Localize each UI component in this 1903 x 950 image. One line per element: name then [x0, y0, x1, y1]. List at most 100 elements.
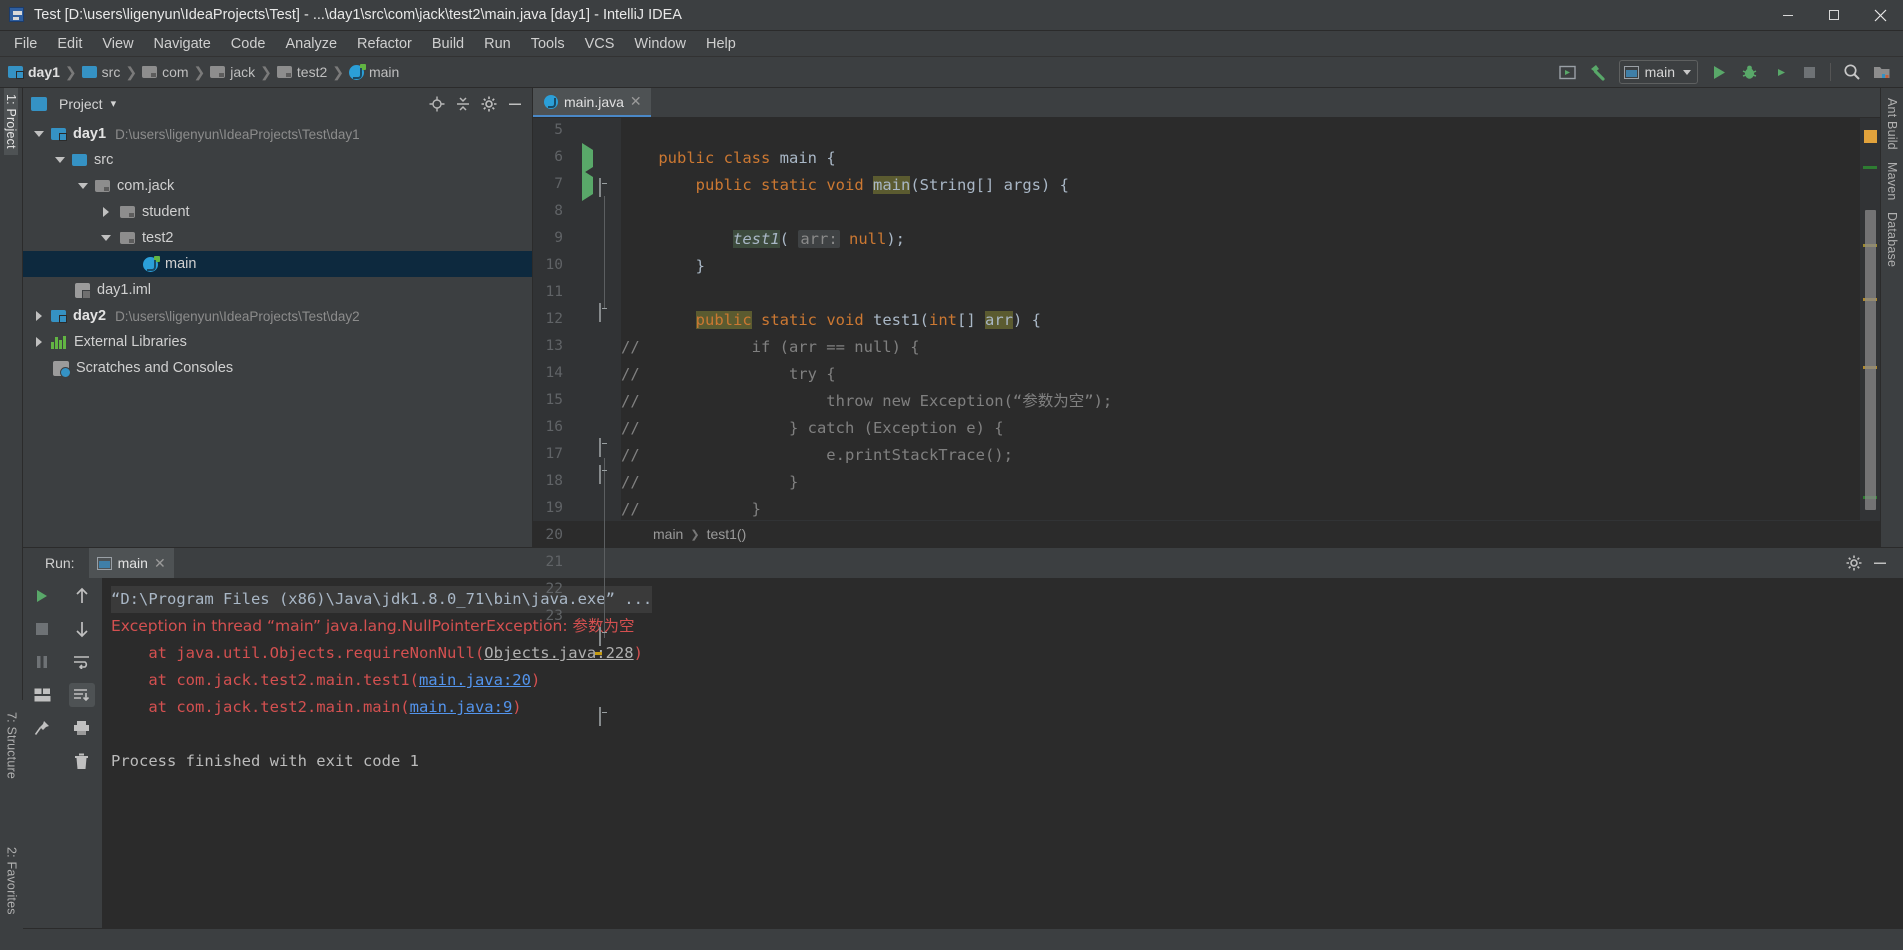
run-configuration-selector[interactable]: main: [1618, 60, 1698, 84]
stack-link-main-java-20[interactable]: main.java:20: [419, 671, 531, 689]
project-structure-icon[interactable]: [1867, 59, 1897, 85]
breadcrumb-jack[interactable]: jack: [210, 64, 255, 80]
menu-navigate[interactable]: Navigate: [144, 34, 221, 54]
close-icon[interactable]: ✕: [630, 93, 642, 110]
menu-help[interactable]: Help: [696, 34, 746, 54]
breadcrumb-main[interactable]: main: [348, 63, 399, 80]
fold-region-icon[interactable]: [599, 465, 601, 484]
breadcrumb-class[interactable]: main: [653, 526, 683, 542]
menu-view[interactable]: View: [92, 34, 143, 54]
breadcrumb-src[interactable]: src: [81, 64, 120, 80]
twisty-down-icon[interactable]: [75, 178, 91, 194]
stop-icon[interactable]: [1794, 59, 1824, 85]
menu-code[interactable]: Code: [221, 34, 276, 54]
breadcrumb-com[interactable]: com: [142, 64, 189, 80]
fold-end-icon[interactable]: [599, 627, 601, 646]
breadcrumb-method[interactable]: test1(): [707, 526, 747, 542]
printer-icon[interactable]: [69, 716, 95, 740]
tree-item-scratches-and-consoles[interactable]: Scratches and Consoles: [23, 355, 532, 381]
stack-link-main-java-9[interactable]: main.java:9: [410, 698, 513, 716]
console-output[interactable]: “D:\Program Files (x86)\Java\jdk1.8.0_71…: [103, 578, 1903, 928]
twisty-right-icon[interactable]: [31, 308, 47, 324]
play-icon[interactable]: [1704, 59, 1734, 85]
coverage-icon[interactable]: [1764, 59, 1794, 85]
editor-breadcrumb: main ❯ test1(): [533, 520, 1880, 547]
menu-tools[interactable]: Tools: [521, 34, 575, 54]
tree-item-external-libraries[interactable]: External Libraries: [23, 329, 532, 355]
sidebar-item-project[interactable]: 1: Project: [4, 88, 18, 155]
scroll-to-end-icon[interactable]: [68, 683, 95, 707]
arrow-down-icon[interactable]: [69, 617, 95, 641]
twisty-down-icon[interactable]: [98, 230, 114, 246]
menu-run[interactable]: Run: [474, 34, 521, 54]
menu-window[interactable]: Window: [624, 34, 696, 54]
tree-item-student[interactable]: student: [23, 199, 532, 225]
fold-region-icon[interactable]: [599, 438, 601, 457]
arrow-up-icon[interactable]: [69, 584, 95, 608]
twisty-right-icon[interactable]: [31, 334, 47, 350]
editor-scrollbar-thumb[interactable]: [1865, 210, 1876, 510]
pin-button[interactable]: [29, 716, 55, 740]
code-text[interactable]: public class main { public static void m…: [621, 118, 1860, 520]
tree-item-src[interactable]: src: [23, 147, 532, 173]
layout-button[interactable]: [29, 683, 55, 707]
tree-item-com-jack[interactable]: com.jack: [23, 173, 532, 199]
tree-item-label: com.jack: [117, 178, 175, 194]
chevron-down-icon[interactable]: ▾: [111, 97, 117, 110]
menu-build[interactable]: Build: [422, 34, 474, 54]
run-class-gutter-icon[interactable]: [582, 143, 593, 174]
close-icon[interactable]: ✕: [154, 555, 166, 572]
sidebar-item-structure[interactable]: 7: Structure: [5, 706, 19, 785]
code-token: int: [929, 311, 957, 329]
sidebar-item-favorites[interactable]: 2: Favorites: [5, 841, 19, 921]
gear-icon[interactable]: [476, 92, 502, 116]
tree-item-test2[interactable]: test2: [23, 225, 532, 251]
gear-icon[interactable]: [1841, 551, 1867, 575]
bug-icon[interactable]: [1734, 59, 1764, 85]
menu-edit[interactable]: Edit: [47, 34, 92, 54]
breadcrumb-day1[interactable]: day1: [8, 64, 60, 80]
tree-item-day1-iml[interactable]: day1.iml: [23, 277, 532, 303]
editor-tab-main-java[interactable]: main.java ✕: [533, 88, 651, 117]
trash-icon[interactable]: [69, 749, 95, 773]
collapse-all-icon[interactable]: [450, 92, 476, 116]
search-icon[interactable]: [1837, 59, 1867, 85]
menu-refactor[interactable]: Refactor: [347, 34, 422, 54]
stack-link-objects-java[interactable]: Objects.java:228: [484, 644, 633, 662]
maximize-button[interactable]: [1811, 0, 1857, 31]
menu-analyze[interactable]: Analyze: [275, 34, 347, 54]
pause-button[interactable]: [29, 650, 55, 674]
breadcrumb-test2[interactable]: test2: [276, 64, 327, 80]
sidebar-item-maven[interactable]: Maven: [1885, 156, 1899, 207]
tree-item-day2[interactable]: day2 D:\users\ligenyun\IdeaProjects\Test…: [23, 303, 532, 329]
twisty-down-icon[interactable]: [52, 152, 68, 168]
minimize-button[interactable]: [1765, 0, 1811, 31]
close-button[interactable]: [1857, 0, 1903, 31]
error-stripe-markers[interactable]: [1860, 118, 1880, 520]
fold-end-icon[interactable]: [599, 707, 601, 726]
rerun-button[interactable]: [29, 584, 55, 608]
twisty-right-icon[interactable]: [98, 204, 114, 220]
editor-gutter[interactable]: 5 6 7 8 9 10 11 12 13 14 15 16 17 18 19 …: [533, 118, 621, 726]
fold-region-icon[interactable]: [599, 178, 601, 197]
twisty-down-icon[interactable]: [31, 126, 47, 142]
run-window-icon[interactable]: [1553, 59, 1583, 85]
hammer-icon[interactable]: [1583, 59, 1613, 85]
intellij-idea-window: Test [D:\users\ligenyun\IdeaProjects\Tes…: [0, 0, 1903, 950]
soft-wrap-icon[interactable]: [69, 650, 95, 674]
menu-vcs[interactable]: VCS: [575, 34, 625, 54]
fold-end-icon[interactable]: [599, 303, 601, 322]
locate-icon[interactable]: [424, 92, 450, 116]
run-method-gutter-icon[interactable]: [582, 170, 593, 201]
tree-item-main[interactable]: main: [23, 251, 532, 277]
hide-icon[interactable]: [502, 92, 528, 116]
code-token: null: [849, 230, 887, 248]
stop-button[interactable]: [29, 617, 55, 641]
sidebar-item-ant-build[interactable]: Ant Build: [1885, 92, 1899, 156]
run-tab-main[interactable]: main ✕: [88, 548, 174, 578]
tree-item-day1[interactable]: day1 D:\users\ligenyun\IdeaProjects\Test…: [23, 121, 532, 147]
menu-file[interactable]: File: [4, 34, 47, 54]
hide-icon[interactable]: [1867, 551, 1893, 575]
package-folder-icon: [120, 206, 135, 218]
sidebar-item-database[interactable]: Database: [1885, 206, 1899, 273]
